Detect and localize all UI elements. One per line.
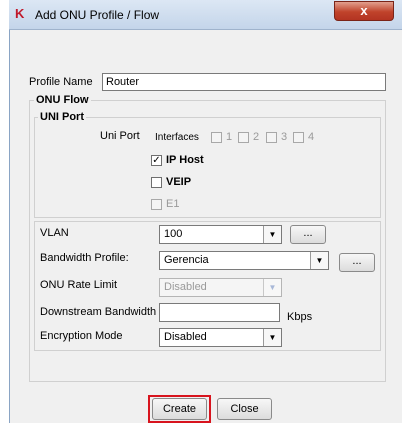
interface-2-checkbox (238, 132, 249, 143)
e1-checkbox (151, 199, 162, 210)
chevron-down-icon: ▼ (263, 329, 281, 346)
chevron-down-icon: ▼ (263, 279, 281, 296)
onu-rate-limit-value: Disabled (164, 281, 207, 293)
encryption-mode-label: Encryption Mode (40, 330, 123, 342)
bandwidth-profile-select[interactable]: Gerencia ▼ (159, 251, 329, 270)
uni-port-label: Uni Port (100, 130, 140, 142)
uni-port-legend: UNI Port (38, 111, 86, 123)
vlan-label: VLAN (40, 227, 69, 239)
vlan-value: 100 (164, 228, 183, 240)
interface-4-label: 4 (308, 131, 315, 143)
onu-flow-legend: ONU Flow (34, 94, 91, 106)
bandwidth-profile-label: Bandwidth Profile: (40, 252, 129, 264)
interface-4-checkbox (293, 132, 304, 143)
ip-host-label: IP Host (166, 154, 204, 166)
window-title: Add ONU Profile / Flow (35, 8, 160, 22)
encryption-mode-select[interactable]: Disabled ▼ (159, 328, 282, 347)
downstream-bandwidth-label: Downstream Bandwidth (40, 306, 157, 318)
chevron-down-icon: ▼ (263, 226, 281, 243)
create-button[interactable]: Create (152, 398, 207, 420)
interface-3-label: 3 (281, 131, 288, 143)
interface-1-checkbox (211, 132, 222, 143)
app-logo-icon: K (15, 6, 25, 21)
bandwidth-profile-value: Gerencia (164, 254, 209, 266)
downstream-bandwidth-unit: Kbps (287, 311, 313, 323)
profile-name-label: Profile Name (29, 76, 93, 88)
vlan-browse-button[interactable]: ... (290, 225, 326, 244)
onu-rate-limit-label: ONU Rate Limit (40, 279, 118, 291)
encryption-mode-value: Disabled (164, 331, 207, 343)
bandwidth-profile-browse-button[interactable]: ... (339, 253, 375, 272)
e1-label: E1 (166, 198, 180, 210)
profile-name-input[interactable] (102, 73, 386, 91)
uni-port-group (34, 117, 381, 218)
interfaces-label: Interfaces (155, 132, 199, 143)
title-bar: K Add ONU Profile / Flow x (9, 0, 402, 30)
ip-host-checkbox[interactable]: ✓ (151, 155, 162, 166)
vlan-select[interactable]: 100 ▼ (159, 225, 282, 244)
onu-rate-limit-select: Disabled ▼ (159, 278, 282, 297)
veip-label: VEIP (166, 176, 192, 188)
close-button[interactable]: Close (217, 398, 272, 420)
downstream-bandwidth-input[interactable] (159, 303, 280, 322)
veip-checkbox[interactable] (151, 177, 162, 188)
chevron-down-icon: ▼ (310, 252, 328, 269)
interface-2-label: 2 (253, 131, 260, 143)
interface-3-checkbox (266, 132, 277, 143)
window-close-button[interactable]: x (334, 1, 394, 21)
interface-1-label: 1 (226, 131, 233, 143)
